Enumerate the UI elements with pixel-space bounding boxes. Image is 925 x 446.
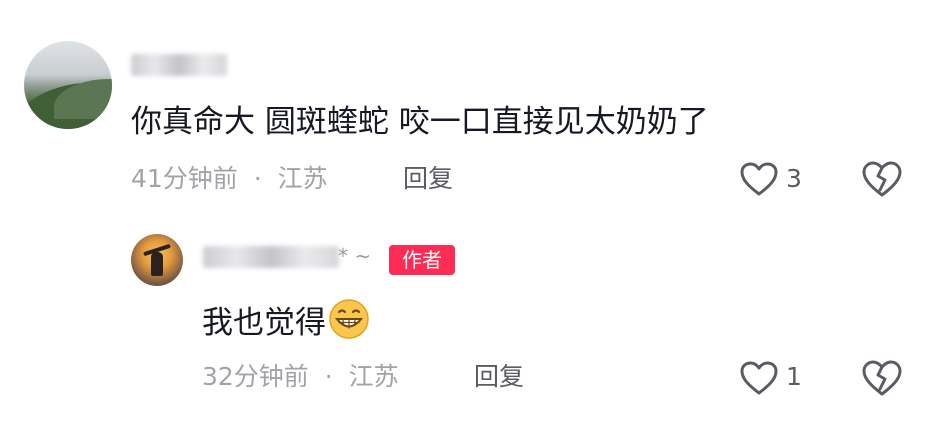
reply-button[interactable]: 回复 bbox=[403, 163, 453, 195]
reply-location: 江苏 bbox=[348, 362, 399, 391]
reply-time: 32分钟前 bbox=[202, 362, 309, 391]
comment-time: 41分钟前 bbox=[131, 164, 238, 193]
comment-meta: 41分钟前 · 江苏 bbox=[131, 163, 328, 195]
meta-separator: · bbox=[253, 164, 262, 193]
like-count: 1 bbox=[786, 362, 802, 391]
grinning-face-icon bbox=[329, 299, 369, 339]
comment-location: 江苏 bbox=[277, 164, 328, 193]
broken-heart-icon[interactable] bbox=[861, 359, 903, 397]
reply-text: 我也觉得 bbox=[202, 298, 370, 343]
author-avatar[interactable] bbox=[131, 234, 183, 286]
like-count: 3 bbox=[786, 164, 802, 193]
username-suffix: * ~ bbox=[338, 244, 372, 268]
reply-button[interactable]: 回复 bbox=[474, 361, 524, 393]
reply-text-content: 我也觉得 bbox=[202, 305, 326, 341]
comment-text: 你真命大 圆斑蝰蛇 咬一口直接见太奶奶了 bbox=[131, 104, 709, 140]
reply-meta: 32分钟前 · 江苏 bbox=[202, 361, 399, 393]
author-badge: 作者 bbox=[389, 245, 455, 275]
heart-icon[interactable] bbox=[739, 360, 779, 396]
meta-separator: · bbox=[324, 362, 333, 391]
avatar-figure bbox=[151, 252, 163, 276]
commenter-avatar[interactable] bbox=[24, 41, 112, 129]
broken-heart-icon[interactable] bbox=[861, 160, 903, 198]
author-username-redacted[interactable] bbox=[203, 246, 339, 268]
heart-icon[interactable] bbox=[739, 161, 779, 197]
commenter-username-redacted[interactable] bbox=[131, 54, 227, 76]
avatar-hill bbox=[54, 79, 112, 119]
